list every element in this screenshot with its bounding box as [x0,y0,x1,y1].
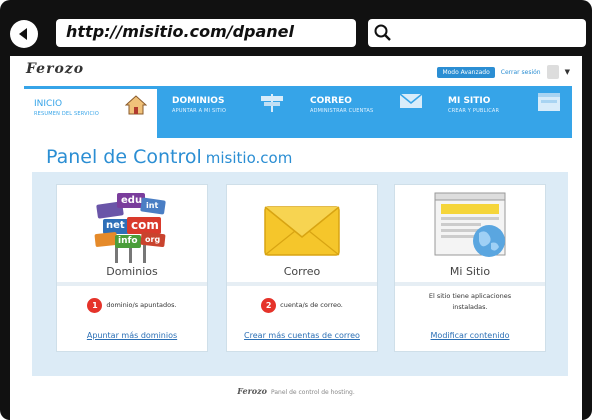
card-title: Dominios [106,265,158,278]
tag-int: int [146,201,159,210]
envelope-icon [264,206,340,256]
modify-content-link[interactable]: Modificar contenido [395,331,545,340]
tag-edu: edu [121,195,143,206]
page-title-text: Panel de Control [46,146,202,168]
tag-org: org [145,235,161,244]
tag-com: com [131,218,159,232]
divider [395,282,545,286]
tab-subtitle: ADMINISTRAR CUENTAS [310,108,374,114]
divider [227,282,377,286]
card-correo: Correo 2 cuenta/s de correo. Crear más c… [226,184,378,352]
footer-text: Panel de control de hosting. [271,389,355,396]
tag-info: info [118,236,138,246]
count-badge: 1 [87,297,103,313]
card-title: Mi Sitio [449,265,491,278]
tab-title: INICIO [34,99,63,109]
web-page: Ferozo Modo Avanzado Cerrar sesión ▼ INI… [10,56,582,420]
address-bar[interactable]: http://misitio.com/dpanel [56,19,356,47]
tab-subtitle: CREAR Y PUBLICAR [448,108,500,114]
tab-inicio[interactable]: INICIO RESUMEN DEL SERVICIO [24,86,157,138]
back-arrow-icon [19,28,27,40]
card-title: Correo [283,265,321,278]
card-stat: 2 cuenta/s de correo. [227,290,377,320]
tab-title: DOMINIOS [172,96,225,106]
back-button[interactable] [10,20,38,48]
tab-subtitle: APUNTAR A MI SITIO [172,108,227,114]
signpost-icon [261,94,283,112]
card-stat: El sitio tiene aplicaciones instaladas. [395,291,545,313]
main-nav: INICIO RESUMEN DEL SERVICIO DOMINIOS APU… [24,86,572,138]
divider [57,282,207,286]
logout-link[interactable]: Cerrar sesión [501,69,541,76]
count-badge: 2 [261,297,277,313]
tab-dominios[interactable]: DOMINIOS APUNTAR A MI SITIO [162,86,295,138]
home-icon [125,95,147,115]
tag-net: net [106,220,125,231]
card-stat: 1 dominio/s apuntados. [57,290,207,320]
card-mi-sitio: Mi Sitio El sitio tiene aplicaciones ins… [394,184,546,352]
page-title-domain: misitio.com [205,149,293,167]
tab-title: MI SITIO [448,96,491,106]
browser-window-icon [434,192,506,257]
card-dominios: edu net com info int org Dominios 1 domi… [56,184,208,352]
envelope-icon [399,93,423,108]
footer: Ferozo Panel de control de hosting. [10,386,582,396]
tab-correo[interactable]: CORREO ADMINISTRAR CUENTAS [300,86,433,138]
brand-logo[interactable]: Ferozo [26,61,84,77]
stat-text-line-2: instaladas. [452,303,488,311]
stat-text-line-1: El sitio tiene aplicaciones [428,292,512,300]
tab-subtitle: RESUMEN DEL SERVICIO [34,111,99,117]
search-bar[interactable] [368,19,586,47]
add-domains-link[interactable]: Apuntar más dominios [57,331,207,340]
search-icon [374,24,391,41]
stat-text: cuenta/s de correo. [280,301,343,309]
tab-title: CORREO [310,96,352,106]
stat-text: dominio/s apuntados. [106,301,177,309]
advanced-mode-button[interactable]: Modo Avanzado [437,66,495,78]
browser-frame: http://misitio.com/dpanel Ferozo Modo Av… [0,0,592,420]
user-controls: Modo Avanzado Cerrar sesión ▼ [437,65,570,79]
create-mail-accounts-link[interactable]: Crear más cuentas de correo [227,331,377,340]
url-text: http://misitio.com/dpanel [66,22,295,41]
dashboard-panel: edu net com info int org Dominios 1 domi… [32,172,568,376]
page-title: Panel de Control misitio.com [46,146,292,168]
chevron-down-icon[interactable]: ▼ [565,68,570,76]
website-icon [538,93,560,111]
user-avatar-icon[interactable] [546,65,559,79]
footer-logo: Ferozo [237,386,267,396]
tab-mi-sitio[interactable]: MI SITIO CREAR Y PUBLICAR [438,86,571,138]
